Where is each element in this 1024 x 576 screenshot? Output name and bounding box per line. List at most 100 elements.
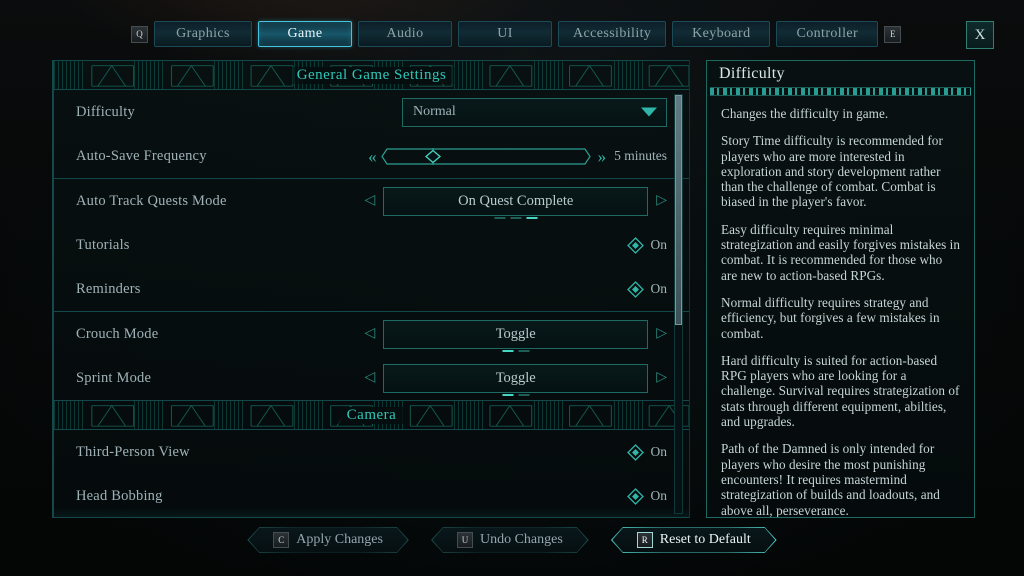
diamond-checkbox-icon[interactable] bbox=[626, 487, 644, 505]
page-dot bbox=[494, 216, 506, 219]
description-paragraph: Normal difficulty requires strategy and … bbox=[721, 294, 940, 341]
setting-row-sprint-mode[interactable]: Sprint Mode ◁ Toggle ▷ bbox=[54, 356, 689, 400]
setting-row-crouch-mode[interactable]: Crouch Mode ◁ Toggle ▷ bbox=[54, 312, 689, 356]
reset-to-default-button[interactable]: R Reset to Default bbox=[611, 527, 777, 553]
stepper-value-box[interactable]: Toggle bbox=[383, 363, 649, 396]
tutorials-checkbox[interactable]: On bbox=[626, 236, 668, 254]
setting-label: Sprint Mode bbox=[76, 369, 152, 386]
checkbox-state: On bbox=[650, 281, 668, 296]
diamond-checkbox-icon[interactable] bbox=[626, 280, 644, 298]
setting-control: ◁ On Quest Complete ▷ bbox=[364, 179, 667, 223]
setting-row-auto-track-quests-mode[interactable]: Auto Track Quests Mode ◁ On Quest Comple… bbox=[54, 179, 689, 223]
setting-label: Tutorials bbox=[76, 236, 130, 253]
setting-row-auto-save-frequency[interactable]: Auto-Save Frequency « » 5 minutes bbox=[54, 134, 689, 178]
settings-scrollbar[interactable] bbox=[674, 94, 683, 514]
description-paragraph: Story Time difficulty is recommended for… bbox=[721, 133, 943, 210]
reset-key-hint: R bbox=[637, 532, 653, 548]
setting-control: On bbox=[626, 430, 668, 474]
stepper-left-icon[interactable]: ◁ bbox=[364, 327, 375, 341]
description-body: Changes the difficulty in game. Story Ti… bbox=[707, 96, 974, 518]
tab-audio[interactable]: Audio bbox=[358, 21, 452, 47]
stepper-left-icon[interactable]: ◁ bbox=[364, 194, 375, 208]
stepper-value: Toggle bbox=[495, 325, 536, 342]
difficulty-dropdown[interactable]: Normal bbox=[402, 97, 667, 127]
reset-to-default-label: Reset to Default bbox=[659, 532, 751, 547]
third-person-view-checkbox[interactable]: On bbox=[626, 443, 668, 461]
slider-value: 5 minutes bbox=[614, 148, 667, 163]
dropdown-value: Normal bbox=[413, 104, 456, 119]
setting-control: On bbox=[626, 223, 668, 267]
diamond-checkbox-icon[interactable] bbox=[626, 443, 644, 461]
crouch-mode-stepper[interactable]: ◁ Toggle ▷ bbox=[364, 319, 667, 352]
apply-key-hint: C bbox=[273, 532, 289, 548]
stepper-value-box[interactable]: On Quest Complete bbox=[383, 186, 649, 219]
apply-changes-button[interactable]: C Apply Changes bbox=[247, 527, 409, 553]
description-paragraph: Hard difficulty is suited for action-bas… bbox=[721, 352, 960, 430]
page-dot-active bbox=[502, 349, 514, 352]
setting-row-difficulty[interactable]: Difficulty Normal bbox=[54, 90, 689, 134]
tab-accessibility[interactable]: Accessibility bbox=[558, 21, 667, 47]
settings-rows-general: Difficulty Normal Auto-Save Frequency « bbox=[54, 90, 689, 400]
page-dot-active bbox=[502, 393, 514, 396]
stepper-value-box[interactable]: Toggle bbox=[383, 319, 649, 352]
stepper-value: Toggle bbox=[495, 369, 536, 386]
description-paragraph: Easy difficulty requires minimal strateg… bbox=[721, 221, 961, 283]
chevron-down-icon bbox=[641, 107, 657, 117]
setting-label: Auto Track Quests Mode bbox=[76, 192, 227, 209]
reminders-checkbox[interactable]: On bbox=[626, 280, 668, 298]
undo-key-hint: U bbox=[457, 532, 473, 548]
checkbox-state: On bbox=[650, 444, 668, 459]
scrollbar-thumb[interactable] bbox=[675, 95, 682, 325]
description-paragraph: Path of the Damned is only intended for … bbox=[721, 441, 940, 518]
auto-track-quests-stepper[interactable]: ◁ On Quest Complete ▷ bbox=[364, 186, 667, 219]
slider-decrease-icon[interactable]: « bbox=[368, 148, 376, 165]
bottom-action-bar: C Apply Changes U Undo Changes R Reset t… bbox=[0, 527, 1024, 553]
slider-increase-icon[interactable]: » bbox=[598, 148, 606, 165]
head-bobbing-checkbox[interactable]: On bbox=[626, 487, 668, 505]
panel-bottom-edge bbox=[54, 508, 689, 518]
close-icon[interactable]: X bbox=[966, 21, 994, 49]
row-group-2: Auto Track Quests Mode ◁ On Quest Comple… bbox=[54, 179, 689, 312]
tab-controller[interactable]: Controller bbox=[776, 21, 879, 47]
next-tab-key-hint: E bbox=[884, 25, 902, 43]
setting-row-third-person-view[interactable]: Third-Person View On bbox=[54, 430, 689, 474]
tab-graphics[interactable]: Graphics bbox=[154, 21, 252, 47]
row-group-1: Difficulty Normal Auto-Save Frequency « bbox=[54, 90, 689, 179]
stepper-left-icon[interactable]: ◁ bbox=[364, 371, 375, 385]
stepper-right-icon[interactable]: ▷ bbox=[656, 194, 667, 208]
tab-keyboard[interactable]: Keyboard bbox=[672, 21, 771, 47]
description-divider bbox=[710, 87, 971, 96]
section-title: General Game Settings bbox=[282, 66, 461, 84]
page-dot-active bbox=[526, 216, 538, 219]
checkbox-state: On bbox=[650, 488, 668, 503]
prev-tab-key-hint: Q bbox=[131, 25, 148, 43]
setting-row-reminders[interactable]: Reminders On bbox=[54, 267, 689, 311]
undo-changes-button[interactable]: U Undo Changes bbox=[431, 527, 589, 553]
setting-label: Third-Person View bbox=[76, 443, 190, 460]
settings-tab-bar: Q Graphics Game Audio UI Accessibility K… bbox=[0, 21, 1024, 49]
setting-row-tutorials[interactable]: Tutorials On bbox=[54, 223, 689, 267]
row-group-camera: Third-Person View On Head Bobbing On bbox=[54, 430, 689, 518]
tab-ui[interactable]: UI bbox=[458, 21, 552, 47]
setting-label: Auto-Save Frequency bbox=[76, 147, 207, 164]
description-panel: Difficulty Changes the difficulty in gam… bbox=[706, 60, 975, 518]
settings-panel: General Game Settings Difficulty Normal … bbox=[52, 60, 690, 518]
description-title: Difficulty bbox=[719, 65, 785, 82]
settings-rows-camera: Third-Person View On Head Bobbing On bbox=[54, 430, 689, 518]
sprint-mode-stepper[interactable]: ◁ Toggle ▷ bbox=[364, 363, 667, 396]
diamond-checkbox-icon[interactable] bbox=[626, 236, 644, 254]
tab-game[interactable]: Game bbox=[258, 21, 352, 47]
checkbox-state: On bbox=[650, 237, 668, 252]
stepper-right-icon[interactable]: ▷ bbox=[656, 371, 667, 385]
setting-control: On bbox=[626, 267, 668, 311]
page-dot bbox=[510, 216, 522, 219]
stepper-right-icon[interactable]: ▷ bbox=[656, 327, 667, 341]
setting-label: Head Bobbing bbox=[76, 487, 163, 504]
auto-save-slider[interactable]: « » 5 minutes bbox=[368, 147, 667, 165]
section-title: Camera bbox=[332, 406, 411, 424]
stepper-value: On Quest Complete bbox=[458, 192, 574, 209]
slider-track[interactable] bbox=[380, 147, 591, 165]
row-group-3: Crouch Mode ◁ Toggle ▷ Sprint Mode ◁ Tog… bbox=[54, 312, 689, 400]
setting-control: « » 5 minutes bbox=[368, 134, 667, 178]
setting-label: Crouch Mode bbox=[76, 325, 159, 342]
